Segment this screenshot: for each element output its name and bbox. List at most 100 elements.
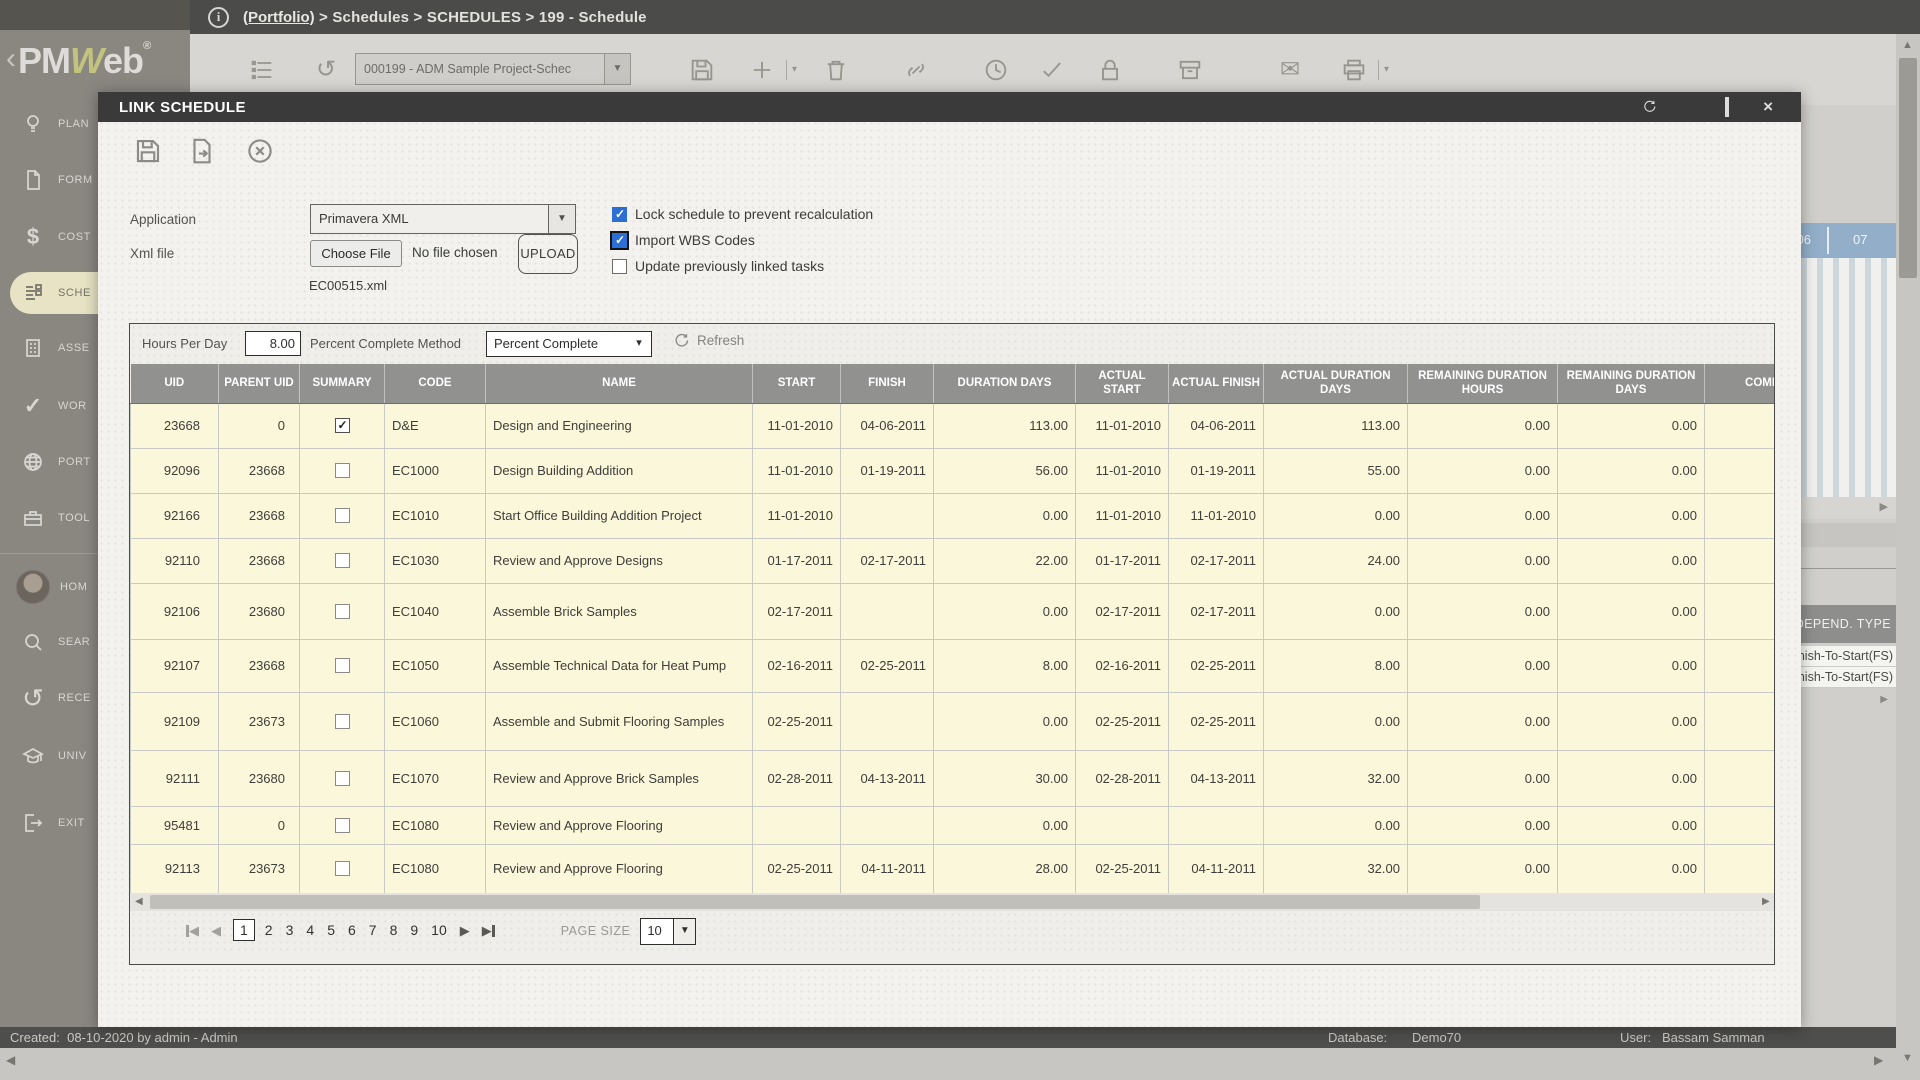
column-header[interactable]: ACTUAL DURATION DAYS [1263, 364, 1408, 404]
cell-uid: 92106 [130, 582, 219, 640]
prev-page-button[interactable]: ◀ [211, 923, 221, 939]
sidebar-item-cost[interactable]: $ COST [0, 215, 108, 259]
hours-per-day-label: Hours Per Day [142, 336, 228, 351]
exit-icon [18, 808, 48, 838]
checkbox-label: Lock schedule to prevent recalculation [635, 206, 874, 222]
checkbox-1[interactable] [612, 232, 627, 248]
sidebar-item-hom[interactable]: HOM [0, 565, 108, 609]
grid-horizontal-scrollbar[interactable]: ◀ ▶ [130, 893, 1774, 911]
column-header[interactable]: START [752, 364, 841, 404]
summary-checkbox[interactable] [334, 770, 350, 786]
dependency-type-cell: Finish-To-Start(FS) [1801, 667, 1896, 688]
column-header[interactable]: REMAINING DURATION DAYS [1557, 364, 1705, 404]
page-number-6[interactable]: 6 [348, 922, 356, 938]
hours-per-day-input[interactable] [245, 331, 301, 356]
application-dropdown[interactable]: Primavera XML ▼ [310, 204, 576, 234]
column-header[interactable]: DURATION DAYS [933, 364, 1076, 404]
percent-complete-method-select[interactable]: Percent Complete ▾ [486, 331, 652, 357]
summary-checkbox[interactable] [334, 658, 350, 673]
cell-name: Start Office Building Addition Project [485, 492, 753, 539]
cell-uid: 92111 [130, 749, 219, 807]
check-icon [1038, 56, 1066, 84]
first-page-button[interactable]: ◀ [186, 923, 199, 939]
grid-filter-bar: Hours Per Day Percent Complete Method Pe… [130, 324, 1774, 364]
cell-complete: 100.00% [1704, 537, 1774, 584]
cell-actual_finish: 02-17-2011 [1168, 537, 1264, 584]
sidebar-item-univ[interactable]: UNIV [0, 734, 108, 778]
sidebar-item-asse[interactable]: ASSE [0, 326, 108, 370]
sidebar-item-rece[interactable]: ↺ RECE [0, 676, 108, 720]
maximize-icon[interactable] [1725, 97, 1730, 117]
page-number-4[interactable]: 4 [306, 922, 314, 938]
page-number-10[interactable]: 10 [431, 922, 447, 938]
sidebar-item-tool[interactable]: TOOL [0, 496, 108, 540]
schedule-table-viewport: UID PARENT UID SUMMARY CODE NAME START FINISH D… [130, 364, 1774, 893]
column-header[interactable]: ACTUAL START [1075, 364, 1169, 404]
save-icon[interactable] [133, 136, 163, 166]
close-icon[interactable]: × [1763, 98, 1773, 115]
sidebar-item-sche[interactable]: SCHE [0, 271, 108, 315]
page-number-7[interactable]: 7 [369, 922, 377, 938]
next-page-button[interactable]: ▶ [460, 923, 470, 939]
summary-checkbox[interactable] [334, 418, 350, 433]
sidebar-item-sear[interactable]: SEAR [0, 620, 108, 664]
column-header[interactable]: UID [130, 364, 219, 404]
chevron-down-icon[interactable]: ▾ [627, 332, 651, 356]
cell-parent_uid: 23668 [218, 638, 300, 693]
summary-checkbox[interactable] [334, 508, 350, 523]
checkbox-2[interactable] [612, 258, 627, 274]
column-header[interactable]: SUMMARY [299, 364, 385, 404]
pmweb-app: i (Portfolio) > Schedules > SCHEDULES > … [0, 0, 1920, 1080]
scrollbar-thumb[interactable] [150, 895, 1480, 909]
cell-actual_finish: 04-06-2011 [1168, 402, 1264, 449]
summary-checkbox[interactable] [334, 817, 350, 833]
cell-name: Review and Approve Brick Samples [485, 749, 753, 807]
chevron-down-icon[interactable]: ▼ [673, 918, 696, 944]
arrow-left-icon[interactable]: ◀ [135, 896, 143, 907]
dependency-scroll-arrow: ▶ [1801, 689, 1896, 705]
sidebar-item-form[interactable]: FORM [0, 158, 108, 202]
page-size-select[interactable]: 10 ▼ [640, 917, 697, 945]
cell-duration_days: 30.00 [933, 749, 1076, 807]
chevron-down-icon[interactable]: ▼ [548, 205, 575, 233]
sidebar-item-exit[interactable]: EXIT [0, 801, 108, 845]
cell-duration_days: 22.00 [933, 537, 1076, 584]
refresh-button[interactable]: Refresh [673, 332, 744, 349]
summary-checkbox[interactable] [334, 553, 350, 568]
column-header[interactable]: PARENT UID [218, 364, 300, 404]
cell-parent_uid: 23680 [218, 749, 300, 807]
page-number-3[interactable]: 3 [286, 922, 294, 938]
schedule-table: UID PARENT UID SUMMARY CODE NAME START FINISH D… [130, 364, 1774, 893]
page-number-8[interactable]: 8 [390, 922, 398, 938]
summary-checkbox[interactable] [334, 713, 350, 729]
cell-actual_duration_days: 55.00 [1263, 447, 1408, 494]
choose-file-button[interactable]: Choose File [310, 240, 402, 267]
page-number-9[interactable]: 9 [410, 922, 418, 938]
page-number-2[interactable]: 2 [265, 922, 273, 938]
sidebar-item-plan[interactable]: PLAN [0, 102, 108, 146]
upload-button[interactable]: UPLOAD [518, 234, 578, 274]
table-row: 92106 23680 EC1040 Assemble Brick Samples 02… [130, 582, 1774, 640]
page-number-5[interactable]: 5 [327, 922, 335, 938]
checkbox-0[interactable] [612, 206, 627, 222]
sidebar-item-port[interactable]: PORT [0, 440, 108, 484]
refresh-icon[interactable] [1642, 99, 1657, 116]
sidebar-item-wor[interactable]: ✓ WOR [0, 384, 108, 428]
summary-checkbox[interactable] [334, 603, 350, 619]
arrow-right-icon[interactable]: ▶ [1762, 896, 1770, 907]
column-header[interactable]: FINISH [840, 364, 934, 404]
last-page-button[interactable]: ▶ [482, 923, 495, 939]
form-checkbox-row: Import WBS Codes [612, 232, 873, 248]
export-page-icon[interactable] [187, 136, 217, 166]
column-header[interactable]: COMPLETE [1704, 364, 1774, 404]
summary-checkbox[interactable] [334, 861, 350, 876]
column-header[interactable]: NAME [485, 364, 753, 404]
summary-checkbox[interactable] [334, 463, 350, 478]
column-header[interactable]: ACTUAL FINISH [1168, 364, 1264, 404]
cancel-icon[interactable] [245, 136, 275, 166]
column-header[interactable]: CODE [384, 364, 486, 404]
pmweb-logo: ‹ PMWeb® [0, 30, 190, 92]
cell-code: EC1030 [384, 537, 486, 584]
page-number-1[interactable]: 1 [233, 919, 255, 941]
column-header[interactable]: REMAINING DURATION HOURS [1407, 364, 1558, 404]
